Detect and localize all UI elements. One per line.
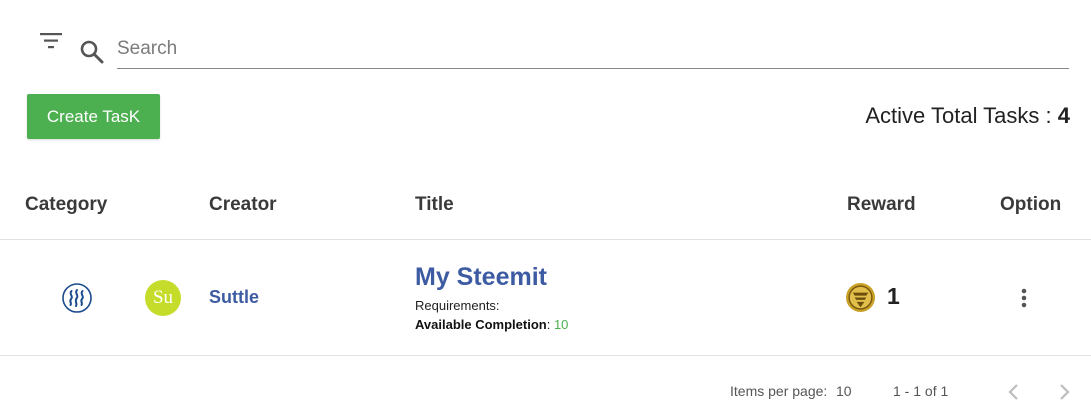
reward-value: 1 (887, 283, 900, 309)
more-vert-icon[interactable] (1012, 286, 1036, 310)
search-icon (80, 40, 104, 64)
page-range-label: 1 - 1 of 1 (893, 383, 949, 399)
task-title-link[interactable]: My Steemit (415, 263, 547, 292)
available-completion-value: 10 (553, 317, 569, 332)
active-total-label: Active Total Tasks : (865, 103, 1058, 128)
column-header-title: Title (415, 194, 454, 215)
task-list-page: Create TasK Active Total Tasks : 4 Categ… (0, 0, 1091, 417)
page-size-select[interactable]: 10 (836, 383, 852, 399)
avatar: Su (145, 280, 181, 316)
row-divider (0, 355, 1091, 356)
active-total-count: 4 (1057, 103, 1070, 128)
active-total-tasks: Active Total Tasks : 4 (865, 103, 1070, 129)
available-completion-separator: : (546, 317, 554, 332)
column-header-category: Category (25, 194, 108, 215)
creator-link[interactable]: Suttle (209, 287, 259, 308)
requirements-label: Requirements: (415, 298, 500, 313)
column-header-reward: Reward (847, 194, 916, 215)
chevron-left-icon[interactable] (1002, 380, 1026, 404)
items-per-page-label: Items per page: (730, 383, 828, 399)
search-input[interactable] (117, 30, 1069, 69)
column-header-option: Option (1000, 194, 1062, 215)
steem-icon (62, 283, 92, 313)
coin-icon (845, 282, 876, 313)
available-completion-label: Available Completion (415, 317, 547, 332)
create-task-button[interactable]: Create TasK (27, 94, 160, 139)
filter-icon[interactable] (38, 29, 66, 53)
search-bar (0, 0, 1091, 80)
column-header-creator: Creator (209, 194, 277, 215)
table-row: Su Suttle My Steemit Requirements: Avail… (0, 240, 1091, 355)
available-completion: Available Completion: 10 (415, 317, 568, 332)
chevron-right-icon[interactable] (1052, 380, 1076, 404)
